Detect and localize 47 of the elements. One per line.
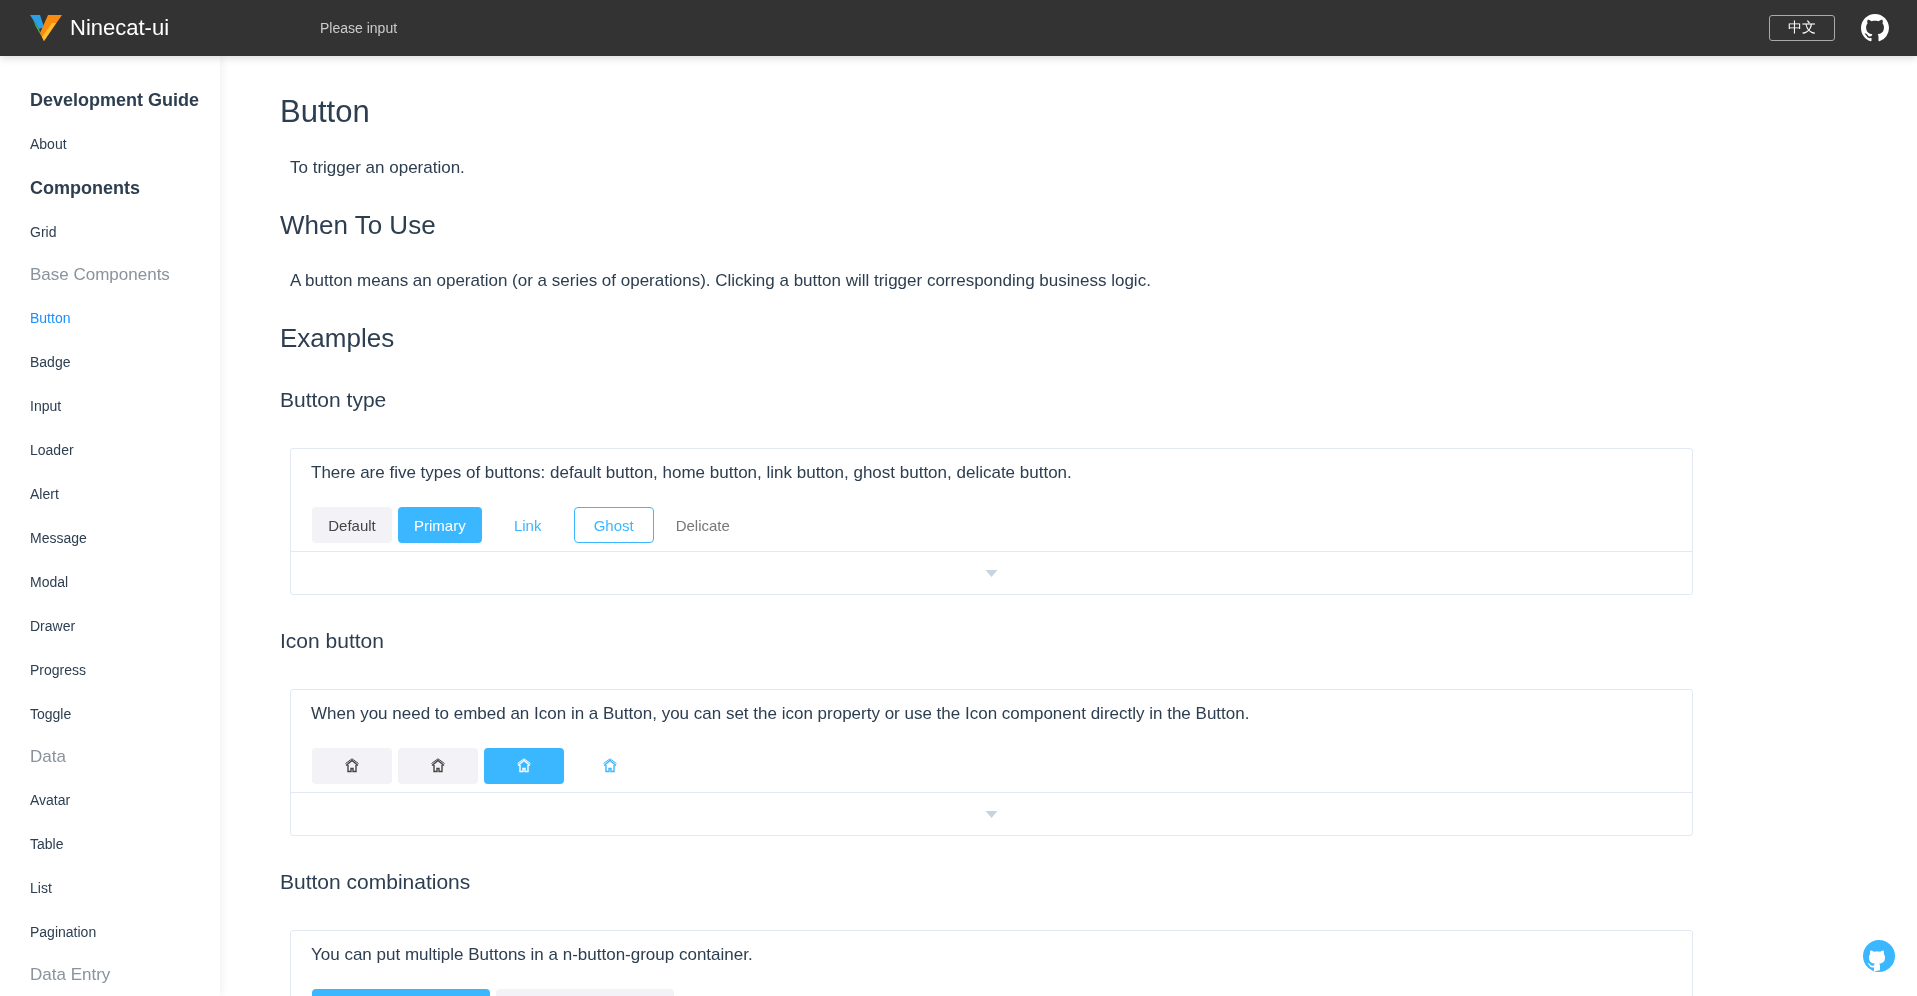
sidebar-category: Data Entry: [30, 964, 112, 986]
icon-button[interactable]: [398, 748, 478, 784]
intro-text: To trigger an operation.: [290, 157, 466, 179]
sidebar-category: Data: [30, 746, 67, 768]
sidebar-item[interactable]: Drawer: [30, 604, 220, 648]
sidebar-item[interactable]: Progress: [30, 648, 220, 692]
sidebar-item[interactable]: Badge: [30, 340, 220, 384]
logo-icon: [30, 15, 62, 41]
sidebar-item[interactable]: Avatar: [30, 778, 220, 822]
example-heading: Icon button: [280, 629, 385, 653]
sidebar-item[interactable]: Message: [30, 516, 220, 560]
sidebar-item[interactable]: About: [30, 122, 220, 166]
sidebar-item[interactable]: Toggle: [30, 692, 220, 736]
sidebar-heading: Development Guide: [30, 89, 201, 112]
description-text: A button means an operation (or a series of operations). Clicking a button will trigger corresponding business logic.: [290, 270, 1152, 292]
sidebar-heading: Components: [30, 177, 141, 200]
demo-button[interactable]: Default: [312, 507, 392, 543]
demo-button[interactable]: Delicate: [659, 507, 746, 543]
section-heading: When To Use: [280, 210, 437, 241]
sidebar-item[interactable]: Loader: [30, 428, 220, 472]
search-field[interactable]: Please input: [318, 19, 562, 37]
sidebar-item[interactable]: Pagination: [30, 910, 220, 954]
home-icon: [430, 758, 446, 774]
home-icon: [602, 758, 618, 774]
caret-icon: [985, 569, 998, 577]
home-icon: [516, 758, 532, 774]
sidebar-item[interactable]: Input: [30, 384, 220, 428]
sidebar-item[interactable]: Table: [30, 822, 220, 866]
example-heading: Button type: [280, 388, 388, 412]
sidebar-item[interactable]: Grid: [30, 210, 220, 254]
section-heading: Examples: [280, 323, 396, 354]
caret-icon: [985, 810, 998, 818]
sidebar-item[interactable]: Modal: [30, 560, 220, 604]
brand-name[interactable]: Ninecat-ui: [70, 15, 170, 41]
sidebar-category: Base Components: [30, 264, 171, 286]
github-icon[interactable]: [1861, 14, 1889, 42]
home-icon: [344, 758, 360, 774]
icon-button[interactable]: [484, 748, 564, 784]
example-description: When you need to embed an Icon in a Button, you can set the icon property or use the Icon component directly in the Button.: [311, 704, 1251, 724]
page-title: Button: [280, 94, 371, 130]
language-button[interactable]: 中文: [1769, 15, 1835, 41]
example-description: You can put multiple Buttons in a n-button-group container.: [311, 945, 754, 965]
example-description: There are five types of buttons: default button, home button, link button, ghost button, delicate button.: [311, 463, 1073, 483]
sidebar-item[interactable]: Alert: [30, 472, 220, 516]
icon-button[interactable]: [312, 748, 392, 784]
sidebar-item[interactable]: List: [30, 866, 220, 910]
example-heading: Button combinations: [280, 870, 472, 894]
